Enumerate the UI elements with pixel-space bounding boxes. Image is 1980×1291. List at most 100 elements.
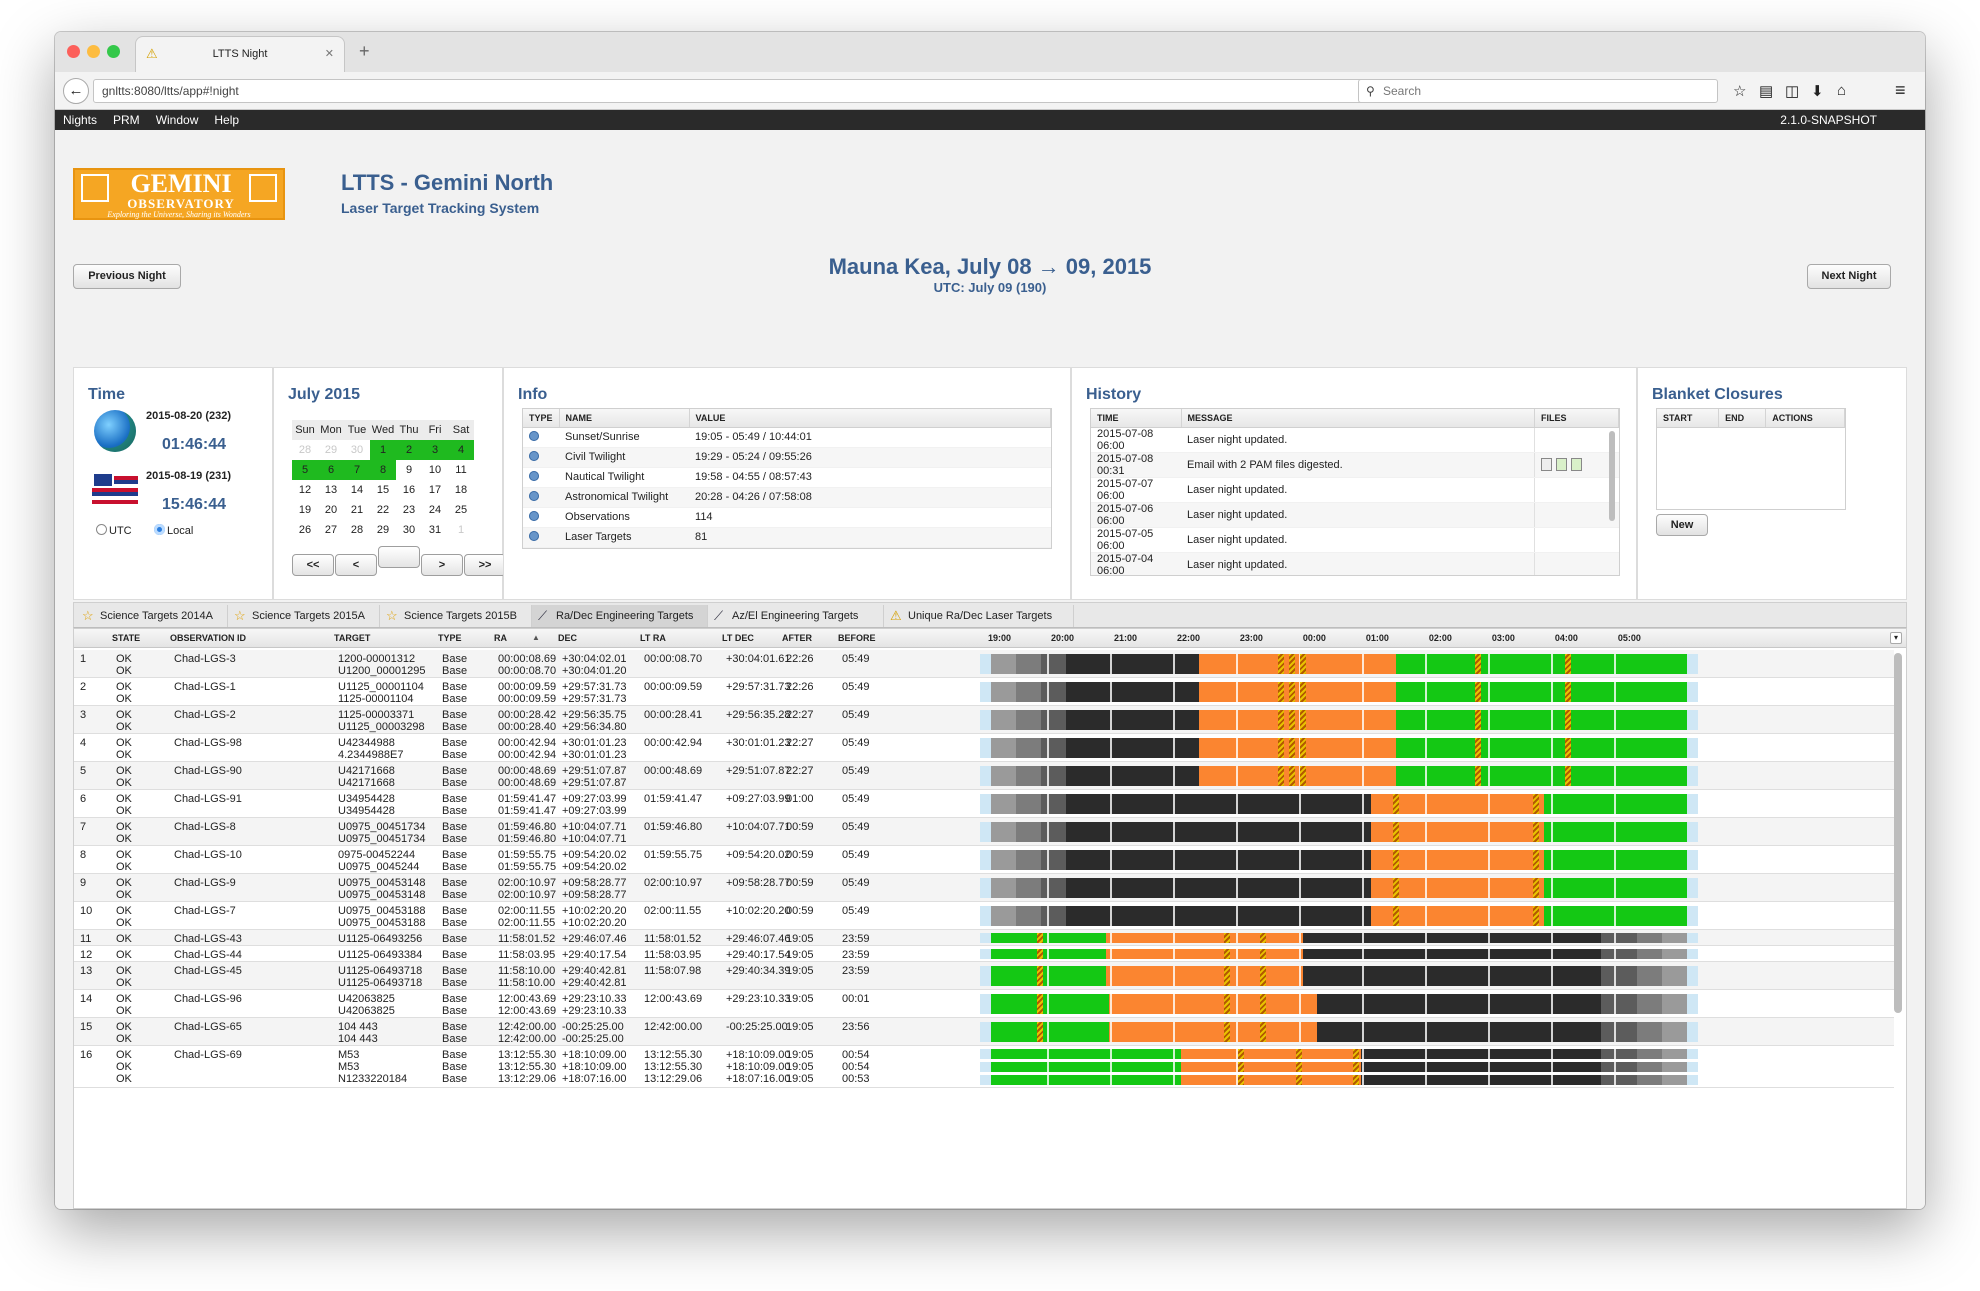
history-row[interactable]: 2015-07-07 06:00 Laser night updated. <box>1091 477 1619 503</box>
calendar-day[interactable]: 14 <box>344 480 370 500</box>
calendar-day[interactable]: 24 <box>422 500 448 520</box>
tab-science-targets-2015a[interactable]: ☆ Science Targets 2015A <box>228 605 380 627</box>
calendar-day[interactable]: 7 <box>344 460 370 480</box>
new-tab-icon[interactable]: + <box>359 41 370 62</box>
grid-col-ra[interactable]: RA <box>494 633 507 643</box>
history-row[interactable]: 2015-07-05 06:00 Laser night updated. <box>1091 527 1619 553</box>
sort-asc-icon[interactable]: ▲ <box>532 633 540 642</box>
menu-nights[interactable]: Nights <box>55 110 105 130</box>
timeline-bar[interactable] <box>980 966 1698 986</box>
last-month-button[interactable]: >> <box>464 554 506 576</box>
browser-tab[interactable]: ⚠ LTTS Night ✕ <box>135 36 345 72</box>
calendar-day[interactable]: 27 <box>318 520 344 540</box>
next-month-button[interactable]: > <box>421 554 463 576</box>
calendar-day[interactable]: 6 <box>318 460 344 480</box>
previous-month-button[interactable]: < <box>335 554 377 576</box>
calendar-day[interactable]: 21 <box>344 500 370 520</box>
calendar-day[interactable]: 15 <box>370 480 396 500</box>
table-row[interactable]: 4 OK U42344988 Base 00:00:42.94 +30:01:01.23 O… <box>74 734 1894 762</box>
calendar-day[interactable]: 23 <box>396 500 422 520</box>
table-row[interactable]: 6 OK U34954428 Base 01:59:41.47 +09:27:03.99 O… <box>74 790 1894 818</box>
close-window-icon[interactable] <box>67 45 80 58</box>
calendar-day[interactable]: 9 <box>396 460 422 480</box>
calendar-day[interactable]: 20 <box>318 500 344 520</box>
calendar-day[interactable]: 25 <box>448 500 474 520</box>
file-icon[interactable] <box>1541 458 1552 471</box>
table-row[interactable]: 12 OK U1125-06493384 Base 11:58:03.95 +29:40:… <box>74 946 1894 962</box>
search-field[interactable]: ⚲ Search <box>1358 79 1718 103</box>
timeline-bar[interactable] <box>980 738 1698 758</box>
bookmark-star-icon[interactable]: ☆ <box>1733 82 1746 100</box>
grid-col-lt-ra[interactable]: LT RA <box>640 633 666 643</box>
calendar-day[interactable]: 30 <box>396 520 422 540</box>
table-row[interactable]: 1 OK 1200-00001312 Base 00:00:08.69 +30:04:02… <box>74 650 1894 678</box>
calendar-day[interactable]: 1 <box>448 520 474 540</box>
history-row[interactable]: 2015-07-08 06:00 Laser night updated. <box>1091 427 1619 453</box>
grid-col-dec[interactable]: DEC <box>558 633 577 643</box>
timeline-bar[interactable] <box>980 682 1698 702</box>
table-row[interactable]: 14 OK U42063825 Base 12:00:43.69 +29:23:10.33… <box>74 990 1894 1018</box>
timeline-bar[interactable] <box>980 794 1698 814</box>
history-col-header[interactable]: FILES <box>1534 409 1619 428</box>
calendar-day[interactable]: 13 <box>318 480 344 500</box>
tab-az-el-engineering-targets[interactable]: ⟋ Az/El Engineering Targets <box>708 605 884 627</box>
table-row[interactable]: 15 OK 104 443 Base 12:42:00.00 -00:25:25.00 OK… <box>74 1018 1894 1046</box>
tab-ra-dec-engineering-targets[interactable]: ⟋ Ra/Dec Engineering Targets <box>532 605 708 627</box>
grid-col-state[interactable]: STATE <box>112 633 140 643</box>
grid-menu-icon[interactable]: ▾ <box>1890 632 1902 644</box>
hamburger-menu-icon[interactable]: ≡ <box>1895 80 1906 101</box>
tab-science-targets-2015b[interactable]: ☆ Science Targets 2015B <box>380 605 532 627</box>
calendar-day[interactable]: 29 <box>370 520 396 540</box>
timeline-bar[interactable] <box>980 822 1698 842</box>
calendar-day[interactable]: 28 <box>344 520 370 540</box>
closures-col-header[interactable]: END <box>1718 409 1767 428</box>
first-month-button[interactable]: << <box>292 554 334 576</box>
grid-col-lt-dec[interactable]: LT DEC <box>722 633 754 643</box>
grid-col-observation-id[interactable]: OBSERVATION ID <box>170 633 246 643</box>
table-row[interactable]: 2 OK U1125_00001104 Base 00:00:09.59 +29:57:3… <box>74 678 1894 706</box>
menu-prm[interactable]: PRM <box>105 110 148 130</box>
home-icon[interactable]: ⌂ <box>1837 82 1846 99</box>
table-row[interactable]: 7 OK U0975_00451734 Base 01:59:46.80 +10:04:0… <box>74 818 1894 846</box>
calendar-day[interactable]: 18 <box>448 480 474 500</box>
calendar-day[interactable]: 31 <box>422 520 448 540</box>
calendar-day[interactable]: 2 <box>396 440 422 460</box>
table-row[interactable]: 8 OK 0975-00452244 Base 01:59:55.75 +09:54:20… <box>74 846 1894 874</box>
grid-col-after[interactable]: AFTER <box>782 633 812 643</box>
grid-col-target[interactable]: TARGET <box>334 633 370 643</box>
utc-radio[interactable]: UTC <box>96 524 132 537</box>
timeline-bar[interactable] <box>980 850 1698 870</box>
calendar-day[interactable]: 30 <box>344 440 370 460</box>
table-row[interactable]: 10 OK U0975_00453188 Base 02:00:11.55 +10:02:… <box>74 902 1894 930</box>
tab-science-targets-2014a[interactable]: ☆ Science Targets 2014A <box>76 605 228 627</box>
table-row[interactable]: 11 OK U1125-06493256 Base 11:58:01.52 +29:46:… <box>74 930 1894 946</box>
menu-help[interactable]: Help <box>206 110 247 130</box>
timeline-bar[interactable] <box>980 994 1698 1014</box>
calendar-day[interactable]: 8 <box>370 460 396 480</box>
zoom-window-icon[interactable] <box>107 45 120 58</box>
calendar-day[interactable]: 28 <box>292 440 318 460</box>
tab-unique-ra-dec-laser-targets[interactable]: ⚠ Unique Ra/Dec Laser Targets <box>884 605 1074 627</box>
calendar-day[interactable]: 3 <box>422 440 448 460</box>
calendar-day[interactable]: 11 <box>448 460 474 480</box>
timeline-bar[interactable] <box>980 1049 1698 1059</box>
history-row[interactable]: 2015-07-06 06:00 Laser night updated. <box>1091 502 1619 528</box>
calendar-day[interactable]: 19 <box>292 500 318 520</box>
info-col-header[interactable]: VALUE <box>689 409 1052 428</box>
calendar-day[interactable]: 17 <box>422 480 448 500</box>
closures-col-header[interactable]: START <box>1657 409 1720 428</box>
calendar-day[interactable]: 16 <box>396 480 422 500</box>
pocket-icon[interactable]: ◫ <box>1785 82 1799 100</box>
info-col-header[interactable]: NAME <box>559 409 690 428</box>
grid-col-type[interactable]: TYPE <box>438 633 462 643</box>
calendar-day[interactable]: 12 <box>292 480 318 500</box>
history-row[interactable]: 2015-07-04 06:00 Laser night updated. <box>1091 552 1619 575</box>
close-tab-icon[interactable]: ✕ <box>325 37 334 71</box>
download-icon[interactable]: ⬇ <box>1811 82 1824 100</box>
calendar-day[interactable]: 4 <box>448 440 474 460</box>
table-row[interactable]: 3 OK 1125-00003371 Base 00:00:28.42 +29:56:35… <box>74 706 1894 734</box>
timeline-bar[interactable] <box>980 710 1698 730</box>
table-row[interactable]: 13 OK U1125-06493718 Base 11:58:10.00 +29:40:… <box>74 962 1894 990</box>
timeline-bar[interactable] <box>980 949 1698 959</box>
calendar-day[interactable]: 22 <box>370 500 396 520</box>
